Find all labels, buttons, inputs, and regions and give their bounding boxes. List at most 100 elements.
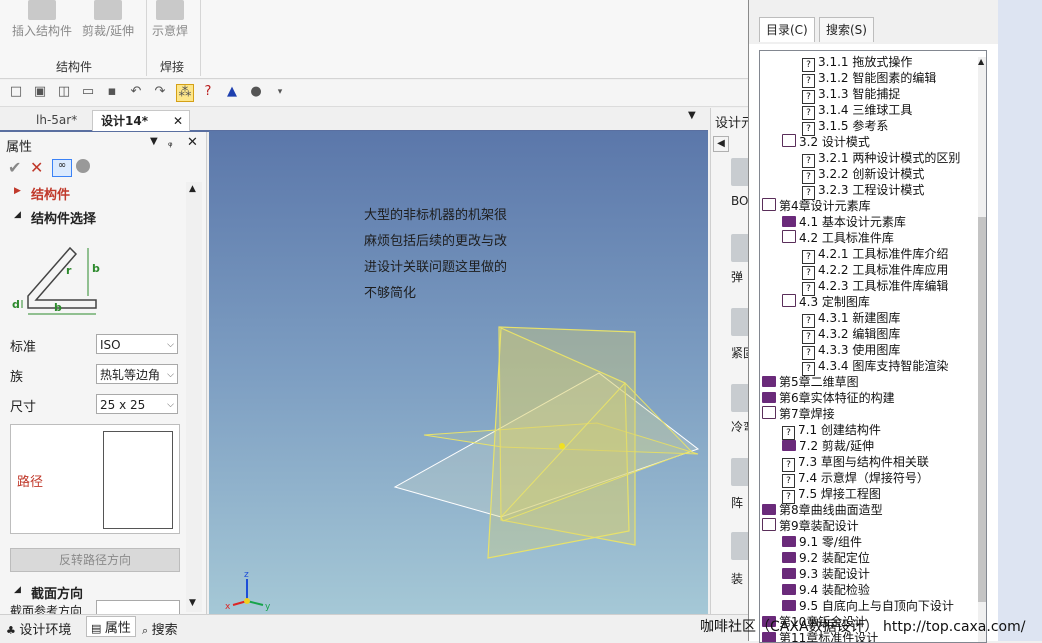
tree-node[interactable]: ? 3.2.2 创新设计模式	[802, 166, 924, 184]
open-book-icon	[762, 518, 776, 531]
tree-node[interactable]: 3.2 设计模式	[782, 134, 870, 150]
display-mode-icon[interactable]	[76, 159, 90, 173]
tree-node[interactable]: 9.1 零/组件	[782, 534, 862, 550]
closed-book-icon	[782, 440, 796, 451]
tree-node[interactable]: ? 3.1.4 三维球工具	[802, 102, 912, 120]
tab-list-chevron-down-icon[interactable]: ▼	[688, 110, 696, 121]
closed-book-icon	[782, 216, 796, 227]
size-select[interactable]: 25 x 25 ⌵	[96, 394, 178, 414]
section-structure[interactable]: 结构件	[31, 184, 70, 203]
close-tab-icon[interactable]: ✕	[173, 111, 183, 131]
help-window: 目录(C) 搜索(S) ? 3.1.1 拖放式操作? 3.1.2 智能图素的编辑? 3…	[748, 0, 999, 643]
learn-icon[interactable]: ▲	[224, 84, 240, 100]
scroll-up-icon[interactable]: ▲	[978, 57, 984, 66]
undo-icon[interactable]: ↶	[128, 84, 144, 100]
properties-panel: 属性 ▼ ᵩ ✕ ✔ ✕ ∞ ▶ 结构件 ◢ 结构件选择 b r d b 标准 …	[0, 132, 207, 618]
trim-extend-button[interactable]: 剪裁/延伸	[82, 0, 134, 48]
path-list[interactable]	[103, 431, 173, 529]
insert-structure-icon	[28, 0, 56, 20]
help-icon[interactable]: ?	[200, 84, 216, 100]
tree-node[interactable]: ? 3.1.3 智能捕捉	[802, 86, 900, 104]
section-structure-select[interactable]: 结构件选择	[31, 208, 96, 227]
search-tab[interactable]: ⌕ 搜索	[142, 619, 178, 638]
expand-arrow-icon[interactable]: ▶	[14, 186, 21, 196]
tree-node[interactable]: 4.2 工具标准件库	[782, 230, 894, 246]
collapse-arrow-icon[interactable]: ◢	[14, 585, 21, 595]
tree-node[interactable]: 9.3 装配设计	[782, 566, 870, 582]
status-bar: ♣ 设计环境 ▤ 属性 ⌕ 搜索	[0, 614, 748, 642]
tree-node[interactable]: 9.2 装配定位	[782, 550, 870, 566]
tree-node[interactable]: ? 3.2.3 工程设计模式	[802, 182, 924, 200]
tree-node[interactable]: ? 7.5 焊接工程图	[782, 486, 881, 504]
path-label: 路径	[17, 475, 44, 490]
tree-node[interactable]: ? 3.1.1 拖放式操作	[802, 54, 912, 72]
tab-contents[interactable]: 目录(C)	[759, 17, 815, 42]
scroll-thumb[interactable]	[978, 217, 986, 602]
tree-node[interactable]: 第9章装配设计	[762, 518, 859, 534]
section-direction[interactable]: 截面方向	[31, 583, 83, 602]
tree-node[interactable]: ? 4.2.1 工具标准件库介绍	[802, 246, 948, 264]
cancel-x-icon[interactable]: ✕	[30, 158, 43, 177]
render-icon[interactable]: ●	[248, 84, 264, 100]
tree-node[interactable]: 第4章设计元素库	[762, 198, 871, 214]
tree-node[interactable]: ? 3.1.2 智能图素的编辑	[802, 70, 936, 88]
tree-node[interactable]: 7.2 剪裁/延伸	[782, 438, 874, 454]
pin-icon[interactable]: ᵩ	[168, 136, 173, 149]
tree-node[interactable]: ? 4.2.2 工具标准件库应用	[802, 262, 948, 280]
section-ref-input[interactable]	[96, 600, 180, 615]
insert-structure-button[interactable]: 插入结构件	[12, 0, 72, 48]
tree-node[interactable]: ? 4.3.1 新建图库	[802, 310, 900, 328]
redo-icon[interactable]: ↷	[152, 84, 168, 100]
tree-scrollbar[interactable]: ▲	[978, 57, 986, 642]
new-design-icon[interactable]: ▣	[32, 84, 48, 100]
tree-node[interactable]: ? 4.3.4 图库支持智能渲染	[802, 358, 948, 376]
tree-node[interactable]: ? 3.1.5 参考系	[802, 118, 888, 136]
back-arrow-icon[interactable]: ◀	[713, 136, 729, 152]
reverse-path-button[interactable]: 反转路径方向	[10, 548, 180, 572]
weld-symbol-button[interactable]: 示意焊	[152, 0, 188, 48]
axis-triad: z x y	[225, 570, 271, 611]
tree-node[interactable]: 第6章实体特征的构建	[762, 390, 895, 406]
tree-node[interactable]: 4.3 定制图库	[782, 294, 870, 310]
save-icon[interactable]: ▪	[104, 84, 120, 100]
tree-node[interactable]: ? 4.3.3 使用图库	[802, 342, 900, 360]
tree-node[interactable]: 4.1 基本设计元素库	[782, 214, 906, 230]
group-label-structure: 结构件	[56, 60, 93, 74]
standard-select[interactable]: ISO ⌵	[96, 334, 178, 354]
scroll-up-icon[interactable]: ▲	[189, 184, 196, 194]
tab-lh-5ar[interactable]: lh-5ar*	[28, 110, 85, 130]
design-env-tab[interactable]: ♣ 设计环境	[6, 619, 71, 638]
scroll-down-icon[interactable]: ▼	[189, 598, 196, 608]
smart-snap-icon[interactable]: ⁂	[176, 84, 194, 102]
tree-node[interactable]: ? 4.2.3 工具标准件库编辑	[802, 278, 948, 296]
tab-design14[interactable]: 设计14* ✕	[92, 110, 190, 131]
open-book-icon	[762, 198, 776, 211]
tree-node[interactable]: 第8章曲线曲面造型	[762, 502, 883, 518]
collapse-arrow-icon[interactable]: ◢	[14, 210, 21, 220]
axis-y-label: y	[265, 602, 271, 611]
new-icon[interactable]: □	[8, 84, 24, 100]
tree-node[interactable]: ? 7.1 创建结构件	[782, 422, 881, 440]
tree-node[interactable]: 第7章焊接	[762, 406, 835, 422]
confirm-check-icon[interactable]: ✔	[8, 158, 21, 177]
tab-search[interactable]: 搜索(S)	[819, 17, 874, 42]
template-icon[interactable]: ◫	[56, 84, 72, 100]
preview-glasses-icon[interactable]: ∞	[52, 159, 72, 177]
tree-node[interactable]: 9.5 自底向上与自顶向下设计	[782, 598, 954, 614]
family-select[interactable]: 热轧等边角 ⌵	[96, 364, 178, 384]
closed-book-icon	[762, 376, 776, 387]
close-panel-icon[interactable]: ✕	[187, 135, 198, 150]
panel-menu-chevron-down-icon[interactable]: ▼	[150, 136, 158, 147]
customize-toolbar-icon[interactable]: ▾	[272, 84, 288, 100]
design-viewport[interactable]: 大型的非标机器的机架很麻烦包括后续的更改与改进设计关联问题这里做的不够简化 z …	[209, 131, 708, 614]
properties-scrollbar[interactable]: ▲ ▼	[186, 182, 202, 612]
tree-node[interactable]: ? 4.3.2 编辑图库	[802, 326, 900, 344]
tree-node[interactable]: 第5章二维草图	[762, 374, 859, 390]
tree-node[interactable]: ? 3.2.1 两种设计模式的区别	[802, 150, 960, 168]
chevron-down-icon: ⌵	[167, 370, 174, 380]
properties-tab[interactable]: ▤ 属性	[86, 616, 136, 637]
tree-node[interactable]: ? 7.3 草图与结构件相关联	[782, 454, 929, 472]
tree-node[interactable]: ? 7.4 示意焊（焊接符号）	[782, 470, 929, 488]
tree-node[interactable]: 9.4 装配检验	[782, 582, 870, 598]
open-folder-icon[interactable]: ▭	[80, 84, 96, 100]
